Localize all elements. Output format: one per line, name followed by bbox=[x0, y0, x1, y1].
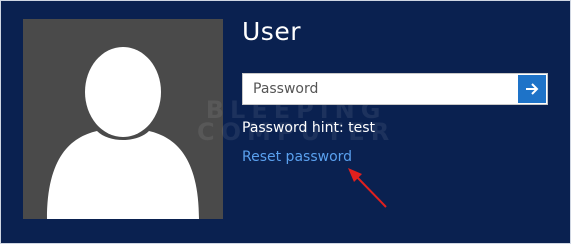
red-arrow-icon bbox=[348, 168, 387, 208]
lock-screen: User BLEEPING COMPUTER Password hint: te… bbox=[0, 0, 571, 244]
user-silhouette-icon bbox=[47, 47, 199, 219]
reset-password-link[interactable]: Reset password bbox=[242, 148, 352, 166]
user-avatar bbox=[23, 19, 223, 219]
password-field bbox=[242, 73, 548, 105]
username-label: User bbox=[242, 17, 301, 46]
submit-button[interactable] bbox=[518, 75, 546, 103]
arrow-right-icon bbox=[526, 83, 539, 95]
password-input[interactable] bbox=[243, 74, 517, 104]
password-hint: Password hint: test bbox=[242, 120, 376, 136]
